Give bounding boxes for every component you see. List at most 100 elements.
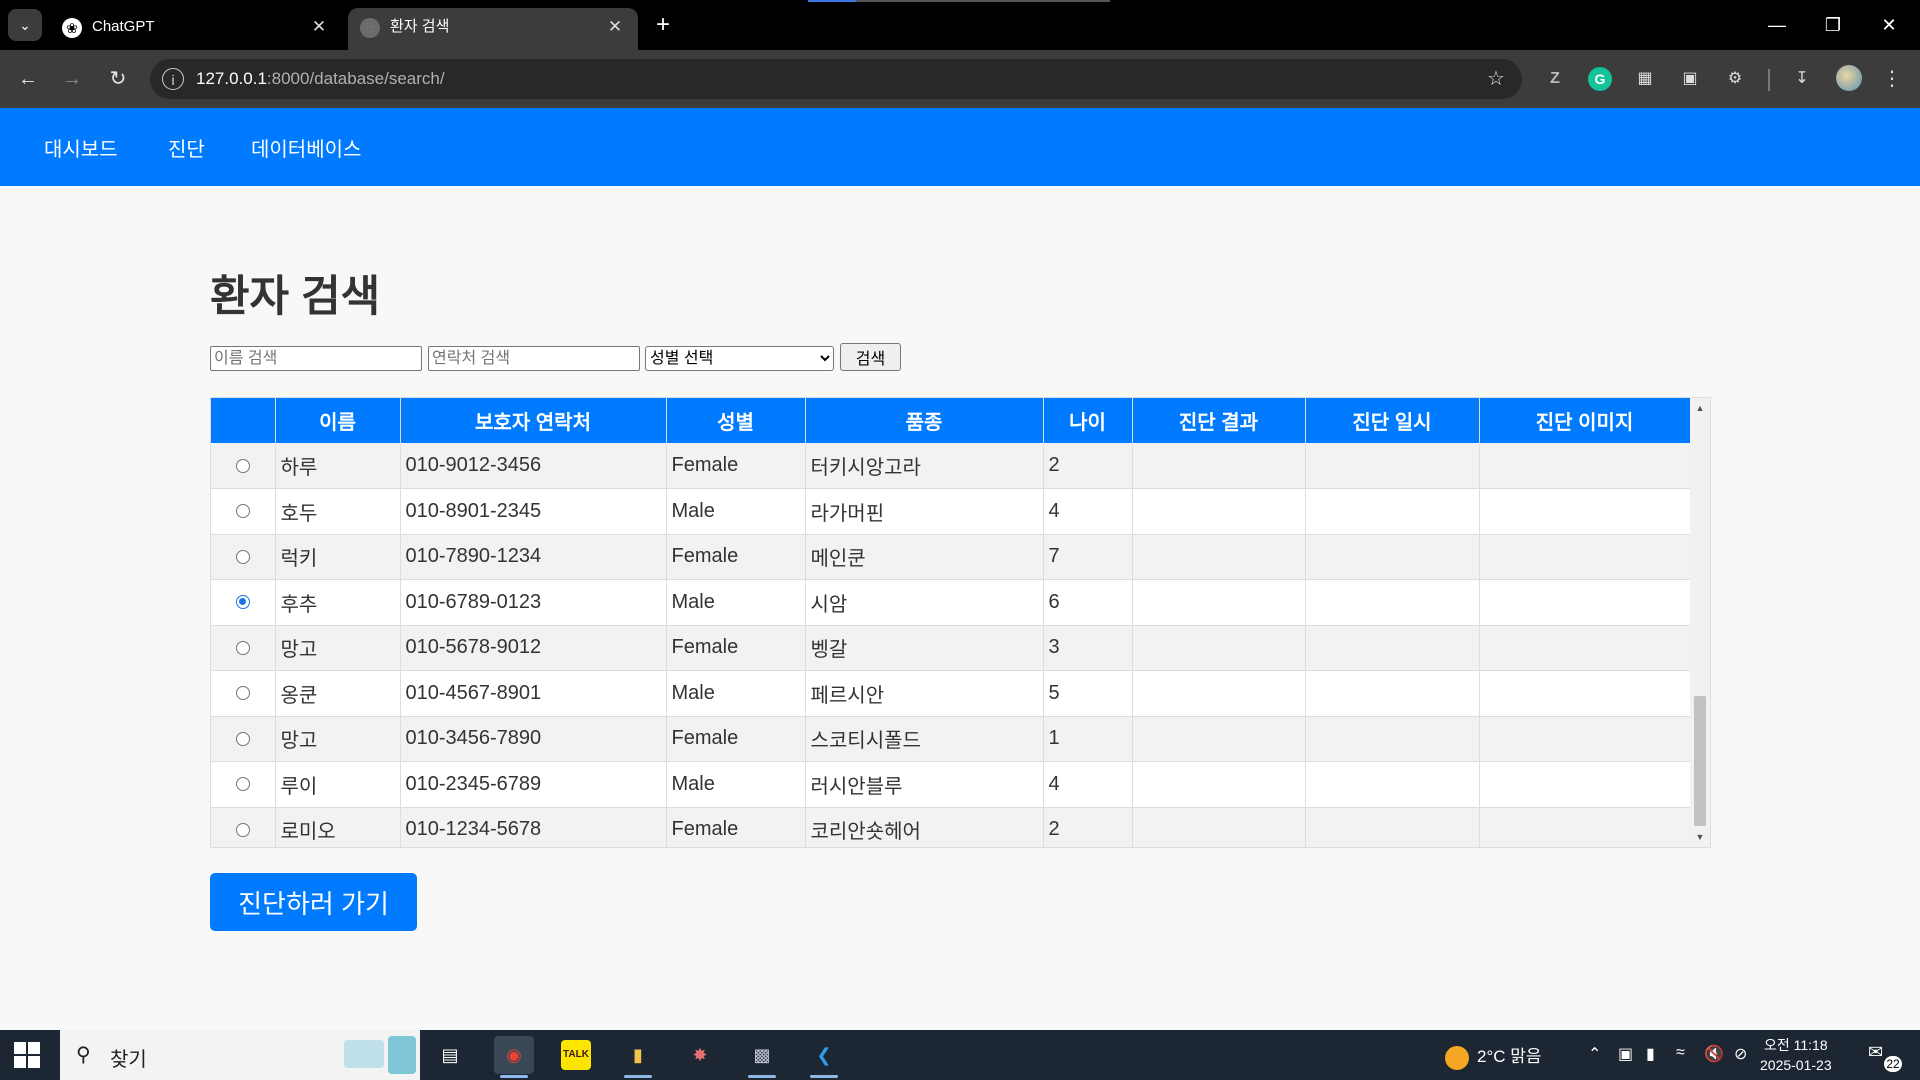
tab-title: ChatGPT — [92, 18, 155, 35]
cell-gender: Female — [666, 443, 806, 489]
cell-breed: 스코티시폴드 — [805, 716, 1044, 762]
table-row[interactable]: 하루 010-9012-3456 Female 터키시앙고라 2 — [211, 443, 1691, 489]
cell-age: 2 — [1043, 807, 1133, 847]
taskbar-search-box[interactable]: ⚲ 찾기 — [60, 1030, 420, 1080]
table-scrollbar[interactable]: ▲ ▼ — [1690, 398, 1710, 847]
search-button[interactable]: 검색 — [840, 343, 901, 371]
patient-select-radio[interactable] — [235, 595, 250, 610]
table-row[interactable]: 루이 010-2345-6789 Male 러시안블루 4 — [211, 761, 1691, 808]
minimize-icon[interactable]: — — [1754, 8, 1800, 42]
windows-start-icon[interactable] — [14, 1042, 40, 1068]
tab-close-icon[interactable]: ✕ — [604, 15, 626, 39]
forward-arrow-icon[interactable]: → — [56, 63, 88, 95]
patient-select-radio[interactable] — [235, 731, 250, 746]
profile-avatar[interactable] — [1836, 65, 1862, 91]
cell-diagnosis-image — [1479, 761, 1691, 808]
table-row[interactable]: 옹쿤 010-4567-8901 Male 페르시안 5 — [211, 670, 1691, 717]
patient-select-radio[interactable] — [235, 686, 250, 701]
extensions-puzzle-icon[interactable]: ⚙ — [1723, 67, 1747, 91]
menu-kebab-icon[interactable]: ⋮ — [1880, 67, 1904, 91]
name-search-input[interactable] — [210, 346, 422, 371]
site-info-icon[interactable]: i — [162, 68, 184, 90]
do-not-disturb-icon[interactable]: ⊘ — [1734, 1044, 1747, 1064]
nav-item-diagnosis[interactable]: 진단 — [168, 133, 205, 162]
bookmark-star-icon[interactable]: ☆ — [1484, 67, 1508, 91]
tab-patient-search[interactable]: ◌ 환자 검색 ✕ — [348, 8, 638, 50]
scrollbar-thumb[interactable] — [1694, 696, 1706, 826]
header-guardian-phone: 보호자 연락처 — [400, 398, 667, 443]
tray-app-icon[interactable]: ▣ — [1618, 1044, 1633, 1064]
tab-chatgpt[interactable]: ❀ ChatGPT ✕ — [50, 8, 342, 50]
table-row[interactable]: 호두 010-8901-2345 Male 라가머핀 4 — [211, 488, 1691, 535]
image-extension-icon[interactable]: ▦ — [1633, 67, 1657, 91]
cell-diagnosis-image — [1479, 625, 1691, 671]
file-explorer-taskbar-icon[interactable]: ▮ — [618, 1036, 658, 1078]
reload-icon[interactable]: ↻ — [102, 63, 134, 95]
new-tab-plus-icon[interactable]: + — [648, 10, 678, 40]
notification-icon[interactable]: ✉ 22 — [1868, 1042, 1902, 1072]
capture-extension-icon[interactable]: ▣ — [1678, 67, 1702, 91]
table-row[interactable]: 로미오 010-1234-5678 Female 코리안숏헤어 2 — [211, 807, 1691, 847]
table-row[interactable]: 후추 010-6789-0123 Male 시암 6 — [211, 579, 1691, 626]
task-view-icon[interactable]: ▤ — [430, 1036, 470, 1074]
table-row[interactable]: 럭키 010-7890-1234 Female 메인쿤 7 — [211, 534, 1691, 580]
go-to-diagnosis-button[interactable]: 진단하러 가기 — [210, 873, 417, 931]
notification-count-badge: 22 — [1884, 1056, 1902, 1072]
vscode-taskbar-icon[interactable]: ❮ — [804, 1036, 844, 1078]
cell-breed: 코리안숏헤어 — [805, 807, 1044, 847]
app-taskbar-icon[interactable]: ▩ — [742, 1036, 782, 1078]
weather-text: 2°C 맑음 — [1477, 1047, 1542, 1066]
kakaotalk-taskbar-icon[interactable]: TALK — [561, 1040, 591, 1070]
tab-search-chevron-icon[interactable]: ⌄ — [8, 9, 42, 41]
volume-muted-icon[interactable]: 🔇 — [1704, 1044, 1724, 1064]
chrome-taskbar-icon[interactable]: ◉ — [494, 1036, 534, 1078]
battery-icon[interactable]: ▮ — [1646, 1044, 1655, 1064]
header-age: 나이 — [1043, 398, 1133, 443]
phone-search-input[interactable] — [428, 346, 640, 371]
cell-gender: Female — [666, 807, 806, 847]
patient-table-body: 하루 010-9012-3456 Female 터키시앙고라 2 호두 010-8901-2… — [211, 443, 1691, 847]
cell-diagnosis-date — [1305, 761, 1480, 808]
cell-name: 옹쿤 — [275, 670, 401, 717]
cell-diagnosis-result — [1132, 761, 1306, 808]
wifi-icon[interactable]: ≈ — [1676, 1044, 1685, 1062]
cell-name: 로미오 — [275, 807, 401, 847]
grammarly-extension-icon[interactable]: G — [1588, 67, 1612, 91]
cell-gender: Male — [666, 488, 806, 535]
snipping-tool-taskbar-icon[interactable]: ✸ — [680, 1036, 720, 1074]
download-icon[interactable]: ↧ — [1790, 67, 1814, 91]
address-bar[interactable]: i 127.0.0.1:8000/database/search/ ☆ — [150, 59, 1522, 99]
patient-select-radio[interactable] — [235, 504, 250, 519]
patient-select-radio[interactable] — [235, 640, 250, 655]
restore-icon[interactable]: ❐ — [1810, 8, 1856, 42]
tab-close-icon[interactable]: ✕ — [308, 15, 330, 39]
nav-item-dashboard[interactable]: 대시보드 — [44, 133, 118, 162]
url-text[interactable]: 127.0.0.1:8000/database/search/ — [196, 69, 445, 89]
patient-select-radio[interactable] — [235, 822, 250, 837]
cell-diagnosis-result — [1132, 716, 1306, 762]
nav-item-database[interactable]: 데이터베이스 — [251, 133, 361, 162]
cell-name: 망고 — [275, 625, 401, 671]
weather-widget[interactable]: 2°C 맑음 — [1445, 1042, 1542, 1070]
header-gender: 성별 — [666, 398, 806, 443]
scroll-up-arrow-icon[interactable]: ▲ — [1690, 400, 1710, 416]
cell-breed: 라가머핀 — [805, 488, 1044, 535]
table-row[interactable]: 망고 010-3456-7890 Female 스코티시폴드 1 — [211, 716, 1691, 762]
cell-age: 7 — [1043, 534, 1133, 580]
back-arrow-icon[interactable]: ← — [12, 63, 44, 95]
gender-select[interactable]: 성별 선택 — [645, 346, 834, 371]
header-select — [211, 398, 276, 443]
cell-diagnosis-date — [1305, 534, 1480, 580]
taskbar-clock[interactable]: 오전 11:18 2025-01-23 — [1760, 1035, 1832, 1075]
tray-chevron-icon[interactable]: ⌃ — [1588, 1044, 1601, 1064]
patient-select-radio[interactable] — [235, 458, 250, 473]
zotero-extension-icon[interactable]: Z — [1543, 67, 1567, 91]
patient-select-radio[interactable] — [235, 777, 250, 792]
patient-select-radio[interactable] — [235, 549, 250, 564]
window-close-icon[interactable]: ✕ — [1866, 8, 1912, 42]
cell-age: 4 — [1043, 761, 1133, 808]
cell-diagnosis-result — [1132, 625, 1306, 671]
table-row[interactable]: 망고 010-5678-9012 Female 벵갈 3 — [211, 625, 1691, 671]
scroll-down-arrow-icon[interactable]: ▼ — [1690, 829, 1710, 845]
windows-taskbar: ⚲ 찾기 ▤ ◉ TALK ▮ ✸ ▩ ❮ 2°C 맑음 ⌃ ▣ ▮ ≈ 🔇 ⊘… — [0, 1030, 1920, 1080]
